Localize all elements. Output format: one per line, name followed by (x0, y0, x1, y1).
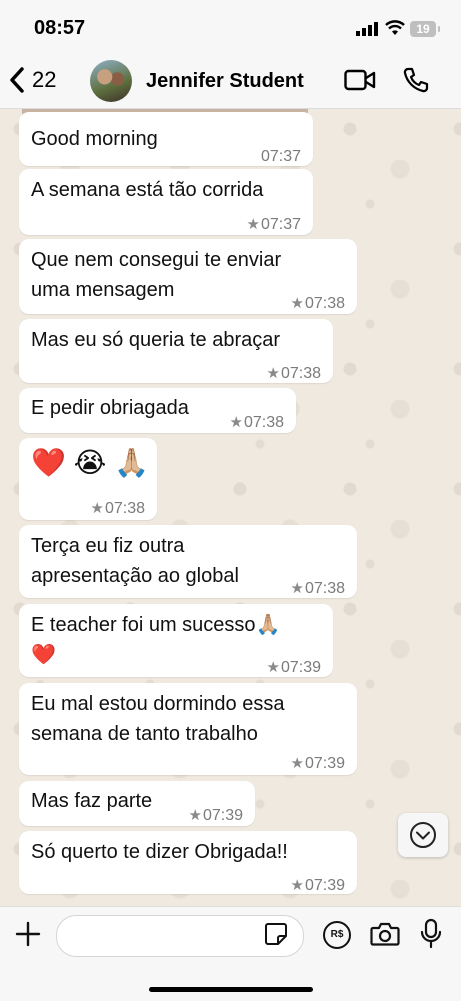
star-icon: ★ (266, 659, 280, 676)
battery-level: 19 (416, 22, 430, 36)
message-bubble[interactable]: E teacher foi um sucesso🙏🏼 ❤️ ★ 07:39 (19, 604, 333, 677)
message-text: Só querto te dizer Obrigada!! (31, 841, 288, 863)
plus-icon[interactable] (15, 921, 41, 947)
star-icon: ★ (188, 807, 202, 824)
message-text: Terça eu fiz outra apresentação ao global (31, 535, 239, 587)
message-time: ★ 07:38 (230, 408, 285, 438)
star-icon: ★ (290, 580, 304, 597)
message-time: ★ 07:38 (267, 359, 322, 389)
sticker-icon[interactable] (264, 922, 288, 946)
message-text: E pedir obriagada (31, 397, 189, 419)
avatar[interactable] (90, 60, 132, 102)
message-bubble[interactable]: A semana está tão corrida ★ 07:37 (19, 169, 313, 235)
star-icon: ★ (246, 216, 260, 233)
message-time: ★ 07:39 (291, 871, 346, 901)
star-icon: ★ (290, 877, 304, 894)
message-time: ★ 07:38 (291, 574, 346, 604)
message-bubble[interactable]: Que nem consegui te enviar uma mensagem ★… (19, 239, 357, 314)
emoji-message: ❤️ 😭 🙏🏼 (31, 447, 150, 478)
wifi-icon (385, 20, 405, 35)
battery-icon: 19 (410, 21, 440, 37)
unread-count: 22 (32, 67, 57, 92)
status-bar: 08:57 19 (0, 0, 461, 56)
camera-icon[interactable] (370, 921, 400, 947)
chat-area[interactable]: Good morning 07:37 A semana está tão cor… (0, 109, 461, 906)
payment-button[interactable]: R$ (323, 921, 351, 949)
message-text: Mas faz parte (31, 790, 153, 812)
message-time: 07:37 (260, 148, 301, 165)
message-bubble[interactable]: Good morning 07:37 (19, 112, 313, 166)
chat-header: 22 Jennifer Student (0, 56, 461, 109)
chevron-left-icon (10, 67, 24, 93)
message-time: ★ 07:39 (189, 801, 244, 831)
star-icon: ★ (90, 500, 104, 517)
message-time: ★ 07:38 (91, 494, 146, 524)
message-time: ★ 07:39 (267, 653, 322, 683)
microphone-icon[interactable] (420, 918, 442, 950)
star-icon: ★ (290, 295, 304, 312)
phone-icon[interactable] (402, 66, 430, 94)
message-bubble[interactable]: Terça eu fiz outra apresentação ao global… (19, 525, 357, 598)
back-button[interactable]: 22 (8, 66, 56, 94)
message-text: A semana está tão corrida (31, 179, 264, 201)
contact-name[interactable]: Jennifer Student (146, 70, 304, 93)
scroll-to-bottom-button[interactable] (398, 813, 448, 857)
message-time: ★ 07:39 (291, 749, 346, 779)
message-time: ★ 07:37 (247, 210, 302, 240)
message-bubble[interactable]: Mas faz parte ★ 07:39 (19, 781, 255, 826)
star-icon: ★ (229, 414, 243, 431)
message-text: Good morning (31, 128, 158, 150)
signal-icon (356, 22, 378, 36)
star-icon: ★ (266, 365, 280, 382)
message-bubble[interactable]: ❤️ 😭 🙏🏼 ★ 07:38 (19, 438, 157, 520)
message-bubble[interactable]: Eu mal estou dormindo essa semana de tant… (19, 683, 357, 775)
home-indicator (149, 987, 313, 992)
video-camera-icon[interactable] (344, 68, 376, 92)
chevron-down-icon (410, 822, 436, 848)
message-text: Que nem consegui te enviar uma mensagem (31, 249, 282, 301)
message-text: Mas eu só queria te abraçar (31, 329, 281, 351)
status-time: 08:57 (34, 17, 86, 39)
message-time: ★ 07:38 (291, 289, 346, 319)
input-bar: R$ (0, 906, 461, 1001)
message-bubble[interactable]: Só querto te dizer Obrigada!! ★ 07:39 (19, 831, 357, 894)
message-text: Eu mal estou dormindo essa semana de tant… (31, 693, 285, 745)
message-text: E teacher foi um sucesso🙏🏼 ❤️ (31, 614, 281, 666)
message-bubble[interactable]: E pedir obriagada ★ 07:38 (19, 388, 296, 433)
star-icon: ★ (290, 755, 304, 772)
message-bubble[interactable]: Mas eu só queria te abraçar ★ 07:38 (19, 319, 333, 383)
